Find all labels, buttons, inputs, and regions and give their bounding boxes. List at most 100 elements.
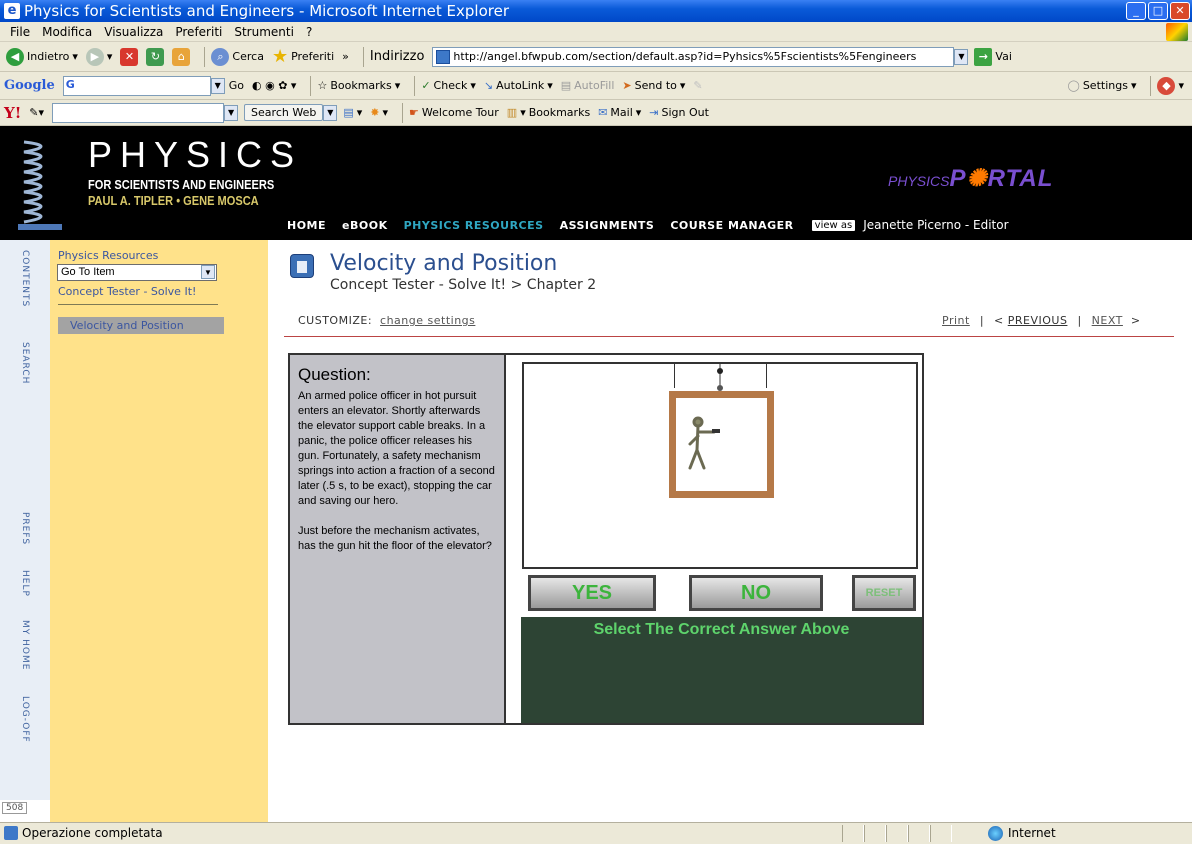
internet-zone: Internet bbox=[986, 823, 1056, 843]
view-as-button[interactable]: view as bbox=[811, 219, 856, 231]
nav-home[interactable]: HOME bbox=[279, 219, 334, 232]
physics-resources-link[interactable]: Physics Resources bbox=[58, 249, 158, 262]
elevator-animation bbox=[522, 362, 918, 569]
menu-modifica[interactable]: Modifica bbox=[42, 25, 92, 39]
autofill-button[interactable]: ▤ AutoFill bbox=[561, 79, 615, 92]
search-button[interactable]: ⌕ Cerca bbox=[211, 47, 264, 66]
home-button[interactable]: ⌂ bbox=[172, 47, 191, 66]
yahoo-search-dropdown-icon[interactable]: ▼ bbox=[224, 104, 239, 121]
tab-contents[interactable]: CONTENTS bbox=[20, 250, 30, 307]
menu-file[interactable]: File bbox=[10, 25, 30, 39]
vertical-tabs: CONTENTS SEARCH PREFS HELP MY HOME LOG-O… bbox=[0, 240, 50, 800]
nav-assignments[interactable]: ASSIGNMENTS bbox=[552, 219, 663, 232]
goto-item-select[interactable]: Go To Item ▼ bbox=[57, 264, 217, 281]
minimize-button[interactable]: _ bbox=[1126, 2, 1146, 20]
go-button[interactable]: → Vai bbox=[974, 47, 1012, 66]
standard-toolbar: ◀ Indietro ▾ ▶ ▾ ✕ ↻ ⌂ ⌕ Cerca ★ Preferiti… bbox=[0, 42, 1192, 72]
portal-p: P bbox=[949, 165, 967, 192]
change-settings-link[interactable]: change settings bbox=[380, 314, 475, 327]
autolink-button[interactable]: ↘ AutoLink ▾ bbox=[484, 79, 553, 92]
toolbar-divider bbox=[362, 46, 364, 67]
sign-out-button[interactable]: ⇥ Sign Out bbox=[649, 106, 709, 119]
google-dropdown-icon[interactable]: ▼ bbox=[210, 77, 225, 94]
mail-button[interactable]: ✉ Mail ▾ bbox=[598, 106, 641, 119]
menu-preferiti[interactable]: Preferiti bbox=[175, 25, 222, 39]
reset-button[interactable]: RESET bbox=[852, 575, 916, 611]
refresh-button[interactable]: ↻ bbox=[146, 47, 165, 66]
page-navigation: Print | < PREVIOUS | NEXT > bbox=[942, 314, 1141, 327]
antispy-button[interactable]: ✸ ▾ bbox=[370, 106, 388, 119]
concept-tester-link[interactable]: Concept Tester - Solve It! bbox=[58, 285, 196, 298]
police-officer-icon bbox=[688, 416, 720, 470]
highlight-button[interactable]: ▤ ▾ bbox=[343, 106, 362, 119]
google-logo-text: Google bbox=[4, 78, 55, 93]
print-link[interactable]: Print bbox=[942, 314, 970, 327]
pulley-icon bbox=[717, 364, 723, 391]
maximize-button[interactable]: □ bbox=[1148, 2, 1168, 20]
tab-search[interactable]: SEARCH bbox=[20, 342, 30, 384]
toolbar-divider bbox=[414, 75, 416, 96]
google-search-input[interactable]: G bbox=[62, 75, 211, 96]
menu-strumenti[interactable]: Strumenti bbox=[234, 25, 294, 39]
yahoo-search-input[interactable] bbox=[52, 102, 225, 123]
autofill-icon: ▤ bbox=[560, 79, 572, 92]
bookmarks-button[interactable]: ☆ Bookmarks ▾ bbox=[317, 79, 400, 92]
pencil-icon[interactable]: ✎ bbox=[693, 79, 702, 92]
search-web-button[interactable]: Search Web bbox=[244, 104, 324, 121]
previous-link[interactable]: < PREVIOUS bbox=[994, 314, 1067, 327]
no-button[interactable]: NO bbox=[689, 575, 823, 611]
back-button[interactable]: ◀ Indietro ▾ bbox=[6, 47, 78, 66]
question-heading: Question: bbox=[298, 365, 371, 384]
forward-button[interactable]: ▶ ▾ bbox=[85, 47, 112, 66]
menu-visualizza[interactable]: Visualizza bbox=[104, 25, 163, 39]
yes-button[interactable]: YES bbox=[528, 575, 656, 611]
address-url: http://angel.bfwpub.com/section/default.… bbox=[453, 49, 917, 63]
pencil-dropdown-icon[interactable]: ✎▾ bbox=[29, 106, 44, 119]
brand-subtitle: FOR SCIENTISTS AND ENGINEERS bbox=[88, 177, 275, 192]
tab-prefs[interactable]: PREFS bbox=[20, 512, 30, 545]
tab-my-home[interactable]: MY HOME bbox=[20, 620, 30, 670]
stop-icon: ✕ bbox=[120, 47, 139, 66]
close-button[interactable]: ✕ bbox=[1170, 2, 1190, 20]
status-cells bbox=[842, 825, 952, 842]
settings-label: Settings bbox=[1082, 79, 1128, 92]
autolink-label: AutoLink bbox=[496, 79, 545, 92]
tab-help[interactable]: HELP bbox=[20, 570, 30, 597]
favorites-label: Preferiti bbox=[291, 50, 335, 63]
concept-tester-applet: Question: An armed police officer in hot… bbox=[288, 353, 924, 725]
settings-button[interactable]: ◯ Settings ▾ bbox=[1068, 79, 1137, 92]
nav-ebook[interactable]: eBOOK bbox=[334, 219, 396, 232]
send-to-button[interactable]: ➤ Send to ▾ bbox=[622, 79, 685, 92]
yahoo-bookmarks-button[interactable]: ▥ ▾ Bookmarks bbox=[507, 106, 590, 119]
check-button[interactable]: ✓ Check ▾ bbox=[421, 79, 476, 92]
star-icon: ★ bbox=[271, 46, 289, 67]
address-field[interactable]: http://angel.bfwpub.com/section/default.… bbox=[432, 46, 955, 67]
stop-button[interactable]: ✕ bbox=[120, 47, 139, 66]
favorites-button[interactable]: ★ Preferiti bbox=[272, 46, 334, 67]
nav-physics-resources[interactable]: PHYSICS RESOURCES bbox=[396, 219, 552, 232]
send-to-label: Send to bbox=[634, 79, 677, 92]
search-icon: ⌕ bbox=[211, 47, 230, 66]
toolbar-chevron[interactable]: » bbox=[342, 50, 349, 63]
yahoo-logo[interactable]: Y! bbox=[4, 104, 21, 122]
sidebar-item-velocity-position[interactable]: Velocity and Position bbox=[58, 317, 224, 334]
question-body: An armed police officer in hot pursuit e… bbox=[298, 390, 495, 507]
portal-rest: RTAL bbox=[987, 165, 1054, 192]
google-go-button[interactable]: Go bbox=[229, 79, 244, 92]
tab-log-off[interactable]: LOG-OFF bbox=[20, 696, 30, 743]
extension-icon[interactable]: ◆ ▾ bbox=[1157, 76, 1184, 95]
next-link[interactable]: NEXT bbox=[1092, 314, 1123, 327]
search-web-dropdown-icon[interactable]: ▼ bbox=[323, 104, 338, 121]
menu-help[interactable]: ? bbox=[306, 25, 312, 39]
back-arrow-icon: ◀ bbox=[6, 47, 24, 66]
back-label: Indietro bbox=[27, 50, 70, 63]
goto-item-value: Go To Item bbox=[61, 266, 115, 278]
welcome-tour-button[interactable]: ☛ Welcome Tour bbox=[409, 106, 499, 119]
google-extras-icon[interactable]: ◐ ◉ ✿ ▾ bbox=[252, 79, 296, 92]
go-label: Vai bbox=[995, 50, 1012, 63]
title-bar: e Physics for Scientists and Engineers -… bbox=[0, 0, 1192, 22]
elevator-car bbox=[669, 391, 774, 498]
address-dropdown-icon[interactable]: ▼ bbox=[954, 48, 969, 65]
nav-course-manager[interactable]: COURSE MANAGER bbox=[662, 219, 801, 232]
brand-authors: PAUL A. TIPLER • GENE MOSCA bbox=[88, 193, 259, 208]
